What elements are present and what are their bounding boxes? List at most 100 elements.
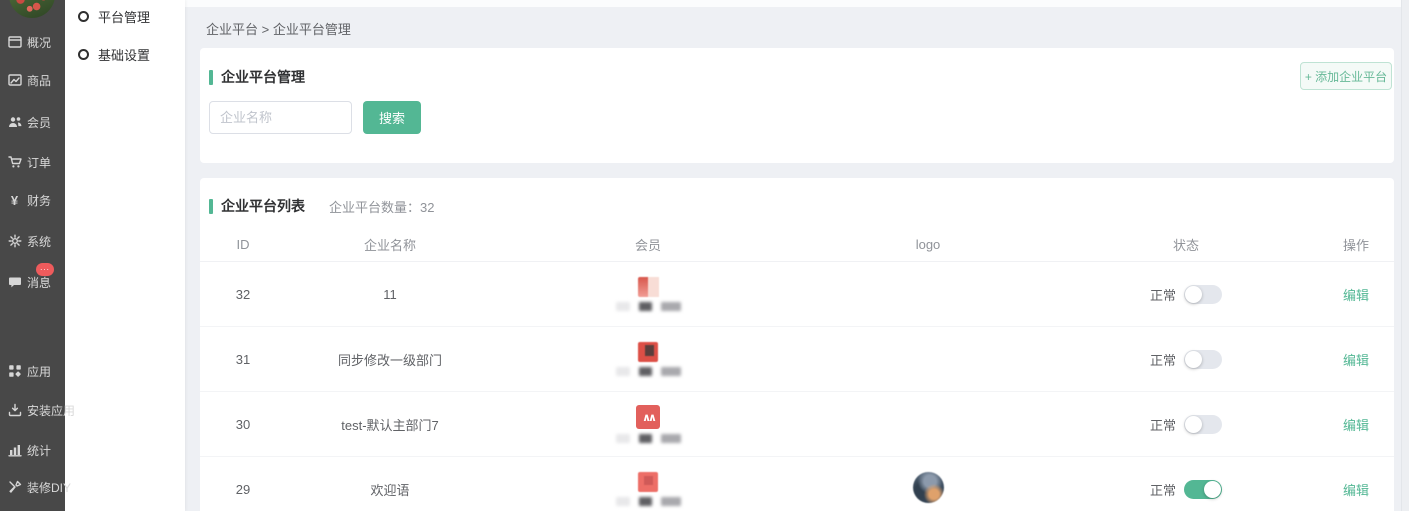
edit-link[interactable]: 编辑 (1343, 483, 1369, 498)
vertical-scrollbar[interactable] (1401, 0, 1409, 511)
add-enterprise-button[interactable]: + 添加企业平台 (1300, 62, 1392, 90)
cell-logo (802, 472, 1054, 506)
member-avatar-red-logo (636, 405, 660, 429)
finance-icon: ¥ (7, 193, 22, 208)
status-toggle[interactable] (1184, 350, 1222, 369)
cell-id: 30 (200, 417, 286, 432)
sidebar-item-消息[interactable]: 消息 ... (0, 272, 65, 292)
sidebar-item-安装应用[interactable]: 安装应用 (0, 400, 65, 420)
table-body: 32 11 正常 编辑 31 同步修改一级部门 (200, 262, 1394, 511)
list-card-title: 企业平台列表 企业平台数量：32 (209, 196, 434, 216)
cell-status: 正常 (1054, 285, 1318, 304)
cell-action: 编辑 (1318, 480, 1394, 499)
message-badge: ... (36, 263, 54, 276)
cell-id: 32 (200, 287, 286, 302)
platform-count: 企业平台数量：32 (329, 197, 434, 216)
sidebar-item-应用[interactable]: 应用 (0, 361, 65, 381)
status-toggle[interactable] (1184, 415, 1222, 434)
cell-id: 29 (200, 482, 286, 497)
status-label: 正常 (1150, 350, 1176, 369)
system-icon (7, 234, 22, 249)
enterprise-table: ID 企业名称 会员 logo 状态 操作 32 11 正常 (200, 228, 1394, 511)
secondary-sidebar: 平台管理 基础设置 (65, 0, 185, 511)
sidebar-item-财务[interactable]: ¥ 财务 (0, 190, 65, 210)
cell-action: 编辑 (1318, 350, 1394, 369)
sidebar-menu: 概况 商品 会员 订单 ¥ 财务 系统 消息 ... 应用 安装应用 统计 装修… (0, 0, 65, 511)
sidebar-item-概况[interactable]: 概况 (0, 32, 65, 52)
list-card: 企业平台列表 企业平台数量：32 ID 企业名称 会员 logo 状态 操作 3… (200, 178, 1394, 511)
sidebar-item-订单[interactable]: 订单 (0, 152, 65, 172)
col-header-member: 会员 (494, 235, 802, 254)
table-header: ID 企业名称 会员 logo 状态 操作 (200, 228, 1394, 262)
member-avatar-red-dark (638, 342, 658, 362)
edit-link[interactable]: 编辑 (1343, 353, 1369, 368)
diy-icon (7, 480, 22, 495)
breadcrumb: 企业平台 > 企业平台管理 (206, 19, 351, 38)
sidebar-item-装修DIY[interactable]: 装修DIY (0, 477, 65, 497)
member-names-blurred (616, 302, 681, 311)
toggle-knob (1185, 351, 1202, 368)
apps-icon (7, 364, 22, 379)
table-row: 30 test-默认主部门7 正常 编辑 (200, 392, 1394, 457)
cell-enterprise-name: 11 (286, 287, 494, 302)
cell-id: 31 (200, 352, 286, 367)
main-content: 企业平台 > 企业平台管理 企业平台管理 + 添加企业平台 搜索 企业平台列表 … (185, 0, 1409, 511)
toggle-knob (1185, 286, 1202, 303)
search-card: 企业平台管理 + 添加企业平台 搜索 (200, 48, 1394, 163)
member-names-blurred (616, 497, 681, 506)
sidebar-item-商品[interactable]: 商品 (0, 70, 65, 90)
member-avatar-red-square (638, 472, 658, 492)
cell-status: 正常 (1054, 480, 1318, 499)
primary-sidebar: 概况 商品 会员 订单 ¥ 财务 系统 消息 ... 应用 安装应用 统计 装修… (0, 0, 65, 511)
toggle-knob (1185, 416, 1202, 433)
orders-icon (7, 155, 22, 170)
col-header-name: 企业名称 (286, 235, 494, 254)
title-accent-bar (209, 70, 213, 85)
status-label: 正常 (1150, 285, 1176, 304)
members-icon (7, 115, 22, 130)
cell-action: 编辑 (1318, 285, 1394, 304)
col-header-status: 状态 (1054, 235, 1318, 254)
message-icon (7, 275, 22, 290)
cell-member (494, 472, 802, 506)
search-button[interactable]: 搜索 (363, 101, 421, 134)
title-accent-bar (209, 199, 213, 214)
table-row: 29 欢迎语 正常 编辑 (200, 457, 1394, 511)
status-label: 正常 (1150, 415, 1176, 434)
cell-member (494, 405, 802, 443)
radio-icon (78, 11, 89, 22)
sidebar-item-统计[interactable]: 统计 (0, 440, 65, 460)
cell-enterprise-name: 同步修改一级部门 (286, 350, 494, 369)
enterprise-logo-image (913, 472, 944, 503)
overview-icon (7, 35, 22, 50)
col-header-action: 操作 (1318, 235, 1394, 254)
cell-status: 正常 (1054, 350, 1318, 369)
submenu-item-基础设置[interactable]: 基础设置 (65, 44, 185, 64)
sidebar-item-会员[interactable]: 会员 (0, 112, 65, 132)
edit-link[interactable]: 编辑 (1343, 288, 1369, 303)
cell-action: 编辑 (1318, 415, 1394, 434)
status-toggle[interactable] (1184, 480, 1222, 499)
radio-icon (78, 49, 89, 60)
table-row: 32 11 正常 编辑 (200, 262, 1394, 327)
enterprise-name-input[interactable] (209, 101, 352, 134)
member-names-blurred (616, 434, 681, 443)
cell-member (494, 342, 802, 376)
submenu-item-平台管理[interactable]: 平台管理 (65, 6, 185, 26)
cell-member (494, 277, 802, 311)
member-avatar-red-pink (638, 277, 658, 297)
member-names-blurred (616, 367, 681, 376)
search-card-title: 企业平台管理 (209, 67, 305, 87)
top-strip (185, 0, 1409, 7)
toggle-knob (1204, 481, 1221, 498)
cell-enterprise-name: 欢迎语 (286, 480, 494, 499)
edit-link[interactable]: 编辑 (1343, 418, 1369, 433)
table-row: 31 同步修改一级部门 正常 编辑 (200, 327, 1394, 392)
sidebar-item-系统[interactable]: 系统 (0, 231, 65, 251)
cell-status: 正常 (1054, 415, 1318, 434)
stats-icon (7, 443, 22, 458)
install-icon (7, 403, 22, 418)
cell-enterprise-name: test-默认主部门7 (286, 415, 494, 434)
col-header-logo: logo (802, 237, 1054, 252)
status-toggle[interactable] (1184, 285, 1222, 304)
